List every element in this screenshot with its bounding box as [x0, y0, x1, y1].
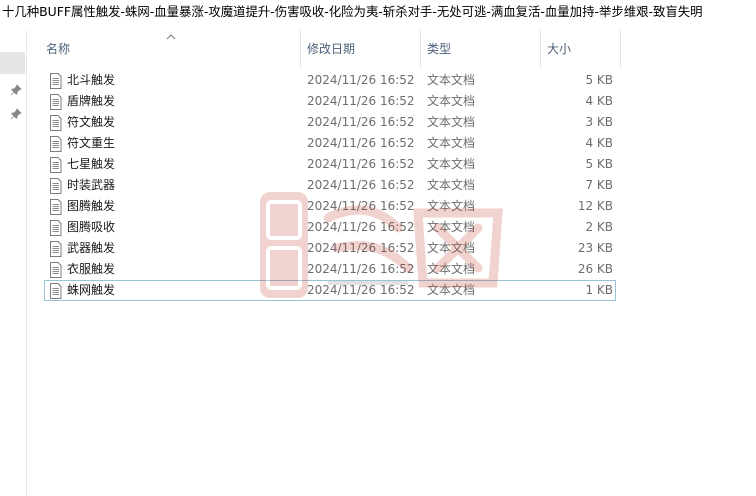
file-row[interactable]: 符文重生 2024/11/26 16:52 文本文档 4 KB	[44, 133, 616, 154]
column-divider[interactable]	[620, 30, 621, 68]
file-size: 3 KB	[585, 115, 613, 129]
file-date: 2024/11/26 16:52	[307, 220, 415, 234]
file-date: 2024/11/26 16:52	[307, 241, 415, 255]
file-name: 武器触发	[67, 241, 116, 255]
file-name: 时装武器	[67, 178, 116, 192]
file-name: 图腾触发	[67, 199, 116, 213]
column-header-size[interactable]: 大小	[541, 30, 620, 68]
text-document-icon	[49, 262, 62, 278]
file-type: 文本文档	[427, 157, 476, 171]
file-size: 2 KB	[585, 220, 613, 234]
nav-selected-item[interactable]	[0, 52, 25, 74]
file-date: 2024/11/26 16:52	[307, 178, 415, 192]
column-header: 名称 修改日期 类型 大小	[26, 30, 756, 68]
text-document-icon	[49, 220, 62, 236]
file-type: 文本文档	[427, 241, 476, 255]
file-name: 蛛网触发	[67, 283, 116, 297]
file-name: 图腾吸收	[67, 220, 116, 234]
file-row[interactable]: 时装武器 2024/11/26 16:52 文本文档 7 KB	[44, 175, 616, 196]
file-size: 26 KB	[577, 262, 613, 276]
file-type: 文本文档	[427, 94, 476, 108]
text-document-icon	[49, 283, 62, 299]
column-header-date[interactable]: 修改日期	[301, 30, 420, 68]
file-name: 符文触发	[67, 115, 116, 129]
file-size: 4 KB	[585, 136, 613, 150]
file-name: 符文重生	[67, 136, 116, 150]
file-date: 2024/11/26 16:52	[307, 136, 415, 150]
pin-icon[interactable]	[10, 84, 22, 96]
file-size: 7 KB	[585, 178, 613, 192]
file-name: 七星触发	[67, 157, 116, 171]
file-row-focused[interactable]: 蛛网触发 2024/11/26 16:52 文本文档 1 KB	[44, 280, 616, 301]
text-document-icon	[49, 115, 62, 131]
file-date: 2024/11/26 16:52	[307, 115, 415, 129]
file-row[interactable]: 图腾触发 2024/11/26 16:52 文本文档 12 KB	[44, 196, 616, 217]
file-date: 2024/11/26 16:52	[307, 283, 415, 297]
file-row[interactable]: 图腾吸收 2024/11/26 16:52 文本文档 2 KB	[44, 217, 616, 238]
file-row[interactable]: 武器触发 2024/11/26 16:52 文本文档 23 KB	[44, 238, 616, 259]
file-type: 文本文档	[427, 262, 476, 276]
navigation-pane[interactable]	[0, 30, 27, 496]
file-row[interactable]: 符文触发 2024/11/26 16:52 文本文档 3 KB	[44, 112, 616, 133]
file-row[interactable]: 北斗触发 2024/11/26 16:52 文本文档 5 KB	[44, 70, 616, 91]
file-row[interactable]: 盾牌触发 2024/11/26 16:52 文本文档 4 KB	[44, 91, 616, 112]
file-type: 文本文档	[427, 199, 476, 213]
file-name: 盾牌触发	[67, 94, 116, 108]
file-size: 5 KB	[585, 73, 613, 87]
file-name: 北斗触发	[67, 73, 116, 87]
text-document-icon	[49, 136, 62, 152]
text-document-icon	[49, 241, 62, 257]
file-type: 文本文档	[427, 115, 476, 129]
file-date: 2024/11/26 16:52	[307, 199, 415, 213]
text-document-icon	[49, 178, 62, 194]
file-row[interactable]: 七星触发 2024/11/26 16:52 文本文档 5 KB	[44, 154, 616, 175]
file-type: 文本文档	[427, 136, 476, 150]
file-size: 23 KB	[577, 241, 613, 255]
column-header-type[interactable]: 类型	[421, 30, 540, 68]
file-row[interactable]: 衣服触发 2024/11/26 16:52 文本文档 26 KB	[44, 259, 616, 280]
file-type: 文本文档	[427, 220, 476, 234]
file-size: 5 KB	[585, 157, 613, 171]
file-date: 2024/11/26 16:52	[307, 157, 415, 171]
file-date: 2024/11/26 16:52	[307, 262, 415, 276]
window-title: 十几种BUFF属性触发-蛛网-血量暴涨-攻魔道提升-伤害吸收-化险为夷-斩杀对手…	[2, 4, 703, 19]
file-size: 12 KB	[577, 199, 613, 213]
file-size: 4 KB	[585, 94, 613, 108]
pin-icon[interactable]	[10, 108, 22, 120]
file-date: 2024/11/26 16:52	[307, 73, 415, 87]
file-size: 1 KB	[585, 283, 613, 297]
text-document-icon	[49, 157, 62, 173]
file-type: 文本文档	[427, 283, 476, 297]
text-document-icon	[49, 94, 62, 110]
column-header-name[interactable]: 名称	[40, 30, 300, 68]
text-document-icon	[49, 73, 62, 89]
text-document-icon	[49, 199, 62, 215]
file-date: 2024/11/26 16:52	[307, 94, 415, 108]
file-type: 文本文档	[427, 178, 476, 192]
file-type: 文本文档	[427, 73, 476, 87]
file-name: 衣服触发	[67, 262, 116, 276]
